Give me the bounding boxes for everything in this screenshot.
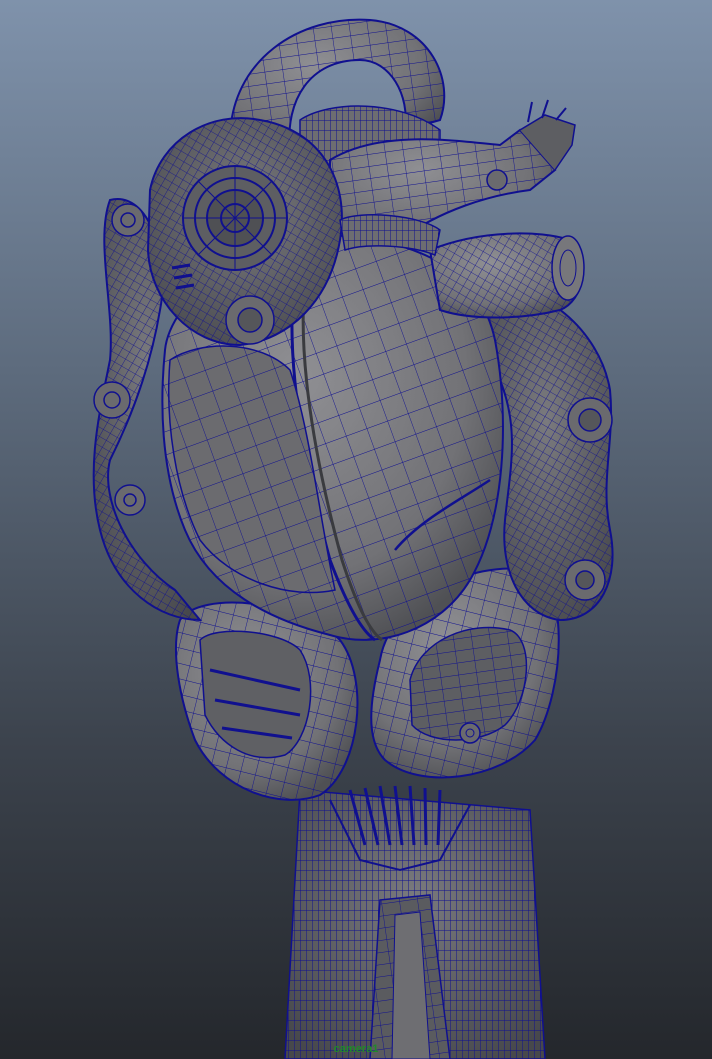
maya-viewport[interactable]: camera1: [0, 0, 712, 1059]
wireframe-scene: [92, 18, 614, 1059]
forearm: [284, 785, 546, 1059]
camera-label: camera1: [333, 1043, 379, 1055]
vessel-right: [428, 232, 585, 319]
